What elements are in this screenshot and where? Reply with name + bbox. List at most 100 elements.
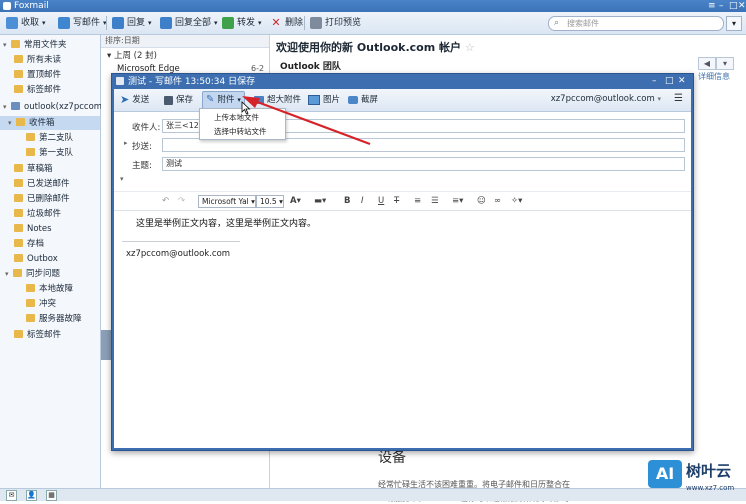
- search-icon: ⌕: [554, 18, 560, 28]
- folder-icon: [14, 85, 23, 93]
- annotation-arrow: [242, 96, 371, 146]
- toolbar-divider: [304, 16, 305, 30]
- folder-sent[interactable]: 已发送邮件: [14, 177, 70, 191]
- close-button[interactable]: ✕: [738, 0, 746, 12]
- watermark-url: www.xz7.com: [686, 484, 735, 492]
- email-body-text[interactable]: 这里是举例正文内容，这里是举例正文内容。: [136, 216, 316, 229]
- folder-common[interactable]: ▾ 常用文件夹: [3, 38, 67, 52]
- print-icon: [310, 17, 322, 29]
- search-options-button[interactable]: ▾: [726, 16, 742, 31]
- message-sender: Outlook 团队: [280, 62, 341, 72]
- redo-icon[interactable]: ↷: [178, 195, 185, 207]
- numbered-list-icon[interactable]: ≡: [414, 195, 421, 207]
- bulleted-list-icon[interactable]: ☰: [431, 195, 439, 207]
- search-placeholder: 搜索邮件: [567, 19, 599, 28]
- folder-icon: [26, 299, 35, 307]
- delete-button[interactable]: ✕ 删除: [270, 15, 303, 31]
- text-color-icon[interactable]: A▾: [290, 195, 301, 207]
- compose-button[interactable]: 写邮件 ▾: [58, 15, 107, 31]
- folder-icon: [14, 330, 23, 338]
- star-icon[interactable]: ☆: [465, 41, 475, 54]
- status-calendar-icon[interactable]: ▦: [46, 490, 57, 501]
- paperclip-icon: ✎: [206, 94, 215, 105]
- previous-message-button[interactable]: ◀: [698, 57, 716, 70]
- folder-icon: [14, 194, 23, 202]
- folder-icon: [14, 239, 23, 247]
- print-preview-button[interactable]: 打印预览: [310, 15, 361, 31]
- folder-icon: [14, 254, 23, 262]
- align-icon[interactable]: ≡▾: [452, 195, 463, 207]
- send-button[interactable]: ➤ 发送: [120, 93, 149, 107]
- search-input[interactable]: ⌕ 搜索邮件: [548, 16, 724, 31]
- folder-icon: [14, 55, 23, 63]
- strikethrough-icon[interactable]: T: [394, 195, 399, 207]
- status-contacts-icon[interactable]: 👤: [26, 490, 37, 501]
- account-outlook[interactable]: ▾ outlook(xz7pccom): [3, 100, 105, 114]
- from-account-dropdown[interactable]: xz7pccom@outlook.com ▾: [551, 94, 661, 104]
- insert-icon[interactable]: ✧▾: [511, 195, 522, 207]
- folder-conflicts[interactable]: 冲突: [26, 297, 56, 311]
- emoji-icon[interactable]: ☺: [477, 195, 486, 207]
- font-size-select[interactable]: 10.5 ▾: [256, 195, 284, 208]
- compose-minimize-button[interactable]: –: [652, 75, 657, 87]
- status-mail-icon[interactable]: ✉: [6, 490, 17, 501]
- folder-server-failures[interactable]: 服务器故障: [26, 312, 82, 326]
- folder-inbox[interactable]: ▾ 收件箱: [0, 116, 100, 130]
- sort-dropdown[interactable]: 排序:日期: [105, 35, 140, 47]
- receive-button[interactable]: 收取 ▾: [6, 15, 46, 31]
- folder-outbox[interactable]: Outbox: [14, 252, 58, 266]
- menu-window-icon[interactable]: ≡: [708, 0, 716, 12]
- save-button[interactable]: 保存: [164, 93, 193, 107]
- underline-icon[interactable]: U: [378, 195, 384, 207]
- compose-close-button[interactable]: ✕: [678, 75, 686, 87]
- reply-icon: [112, 17, 124, 29]
- folder-sync-issues[interactable]: ▾ 同步问题: [5, 267, 60, 281]
- send-icon: ➤: [120, 93, 130, 106]
- next-message-button[interactable]: ▾: [716, 57, 734, 70]
- folder-icon: [26, 148, 35, 156]
- compose-maximize-button[interactable]: □: [665, 75, 674, 87]
- font-family-select[interactable]: Microsoft Yal ▾: [198, 195, 256, 208]
- folder-pinned[interactable]: 置顶邮件: [14, 68, 61, 82]
- forward-button[interactable]: 转发 ▾: [222, 15, 262, 31]
- folder-tagged[interactable]: 标签邮件: [14, 83, 61, 97]
- list-item-date: 6-2: [251, 64, 265, 73]
- watermark-badge: AI: [648, 460, 682, 488]
- bold-icon[interactable]: B: [344, 195, 350, 207]
- compose-menu-icon[interactable]: ☰: [674, 93, 683, 104]
- folder-tag-mail[interactable]: 标签邮件: [14, 328, 61, 342]
- foxmail-logo-icon: [3, 2, 11, 10]
- folder-notes[interactable]: Notes: [14, 222, 52, 236]
- folder-unread[interactable]: 所有未读: [14, 53, 61, 67]
- link-icon[interactable]: ∞: [494, 195, 501, 207]
- delete-x-icon: ✕: [271, 16, 281, 29]
- compose-title: 测试 - 写邮件 13:50:34 日保存: [128, 77, 256, 87]
- minimize-button[interactable]: –: [719, 0, 724, 12]
- reply-button[interactable]: 回复 ▾: [112, 15, 152, 31]
- folder-local-failures[interactable]: 本地故障: [26, 282, 73, 296]
- undo-icon[interactable]: ↶: [162, 195, 169, 207]
- folder-team-2[interactable]: 第二支队: [26, 131, 73, 145]
- format-toggle-icon[interactable]: ▾: [120, 175, 124, 183]
- forward-icon: [222, 17, 234, 29]
- subject-field[interactable]: 测试: [162, 157, 685, 171]
- italic-icon[interactable]: I: [361, 195, 364, 207]
- folder-junk[interactable]: 垃圾邮件: [14, 207, 61, 221]
- folder-drafts[interactable]: 草稿箱: [14, 162, 53, 176]
- toolbar-divider: [106, 16, 107, 30]
- details-link[interactable]: 详细信息: [698, 71, 730, 82]
- list-group-header[interactable]: ▾ 上周 (2 封): [107, 49, 275, 61]
- mouse-cursor-icon: [241, 101, 251, 115]
- folder-archive[interactable]: 存档: [14, 237, 44, 251]
- title-bar: Foxmail ≡ – □ ✕: [0, 0, 746, 12]
- cc-expand-icon[interactable]: ▸: [124, 139, 128, 147]
- inbox-icon: [16, 118, 25, 126]
- folder-team-1[interactable]: 第一支队: [26, 146, 73, 160]
- app-title: Foxmail: [14, 1, 49, 11]
- reply-all-button[interactable]: 回复全部 ▾: [160, 15, 218, 31]
- folder-deleted[interactable]: 已删除邮件: [14, 192, 70, 206]
- folder-icon: [13, 269, 22, 277]
- highlight-color-icon[interactable]: ▬▾: [314, 195, 326, 207]
- compose-body: ➤ 发送 保存 ✎ 附件 ▾ 超大附件 图片 截屏 xz7pccom@outlo…: [114, 89, 691, 448]
- maximize-button[interactable]: □: [729, 0, 738, 12]
